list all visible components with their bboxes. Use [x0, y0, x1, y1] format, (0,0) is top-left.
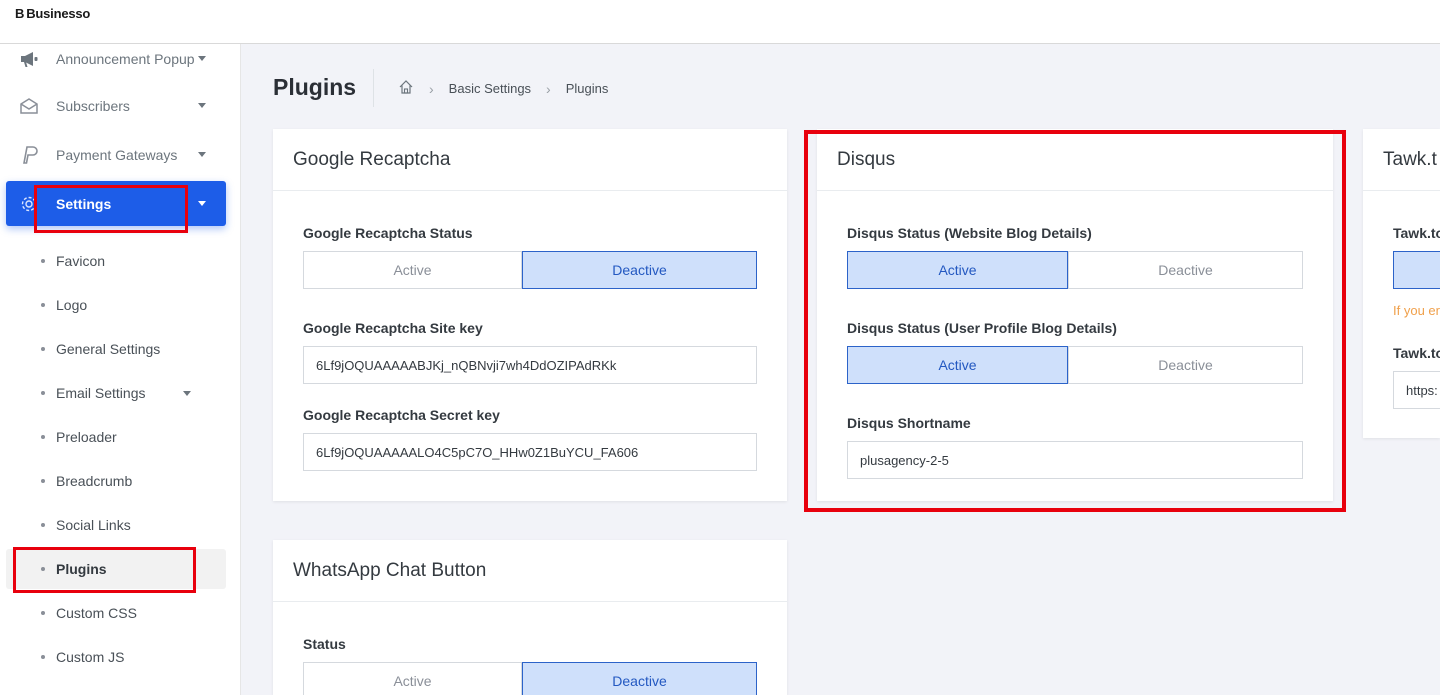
card-title: Tawk.t: [1363, 129, 1440, 191]
bullet-icon: [41, 611, 45, 615]
chevron-down-icon: [198, 201, 206, 206]
sidebar-subitem-plugins[interactable]: Plugins: [6, 549, 226, 589]
sidebar-item-payment-gateways[interactable]: Payment Gateways: [6, 132, 226, 177]
bullet-icon: [41, 567, 45, 571]
recaptcha-status-label: Google Recaptcha Status: [303, 225, 473, 241]
disqus-profile-status-toggle: Active Deactive: [847, 346, 1303, 384]
active-option[interactable]: [1393, 251, 1440, 289]
sidebar-item-announcement-popup[interactable]: Announcement Popup: [6, 36, 226, 81]
recaptcha-secret-key-input[interactable]: 6Lf9jOQUAAAAALO4C5pC7O_HHw0Z1BuYCU_FA606: [303, 433, 757, 471]
chevron-down-icon: [198, 103, 206, 108]
sidebar-subitem-social-links[interactable]: Social Links: [6, 505, 226, 545]
card-tawk-to: Tawk.t Tawk.to If you er Tawk.to https:: [1363, 129, 1440, 438]
active-option[interactable]: Active: [303, 251, 522, 289]
disqus-blog-status-toggle: Active Deactive: [847, 251, 1303, 289]
disqus-blog-status-label: Disqus Status (Website Blog Details): [847, 225, 1092, 241]
tawk-url-input[interactable]: https:: [1393, 371, 1440, 409]
sidebar-subitem-preloader[interactable]: Preloader: [6, 417, 226, 457]
card-title: Google Recaptcha: [273, 129, 787, 191]
home-icon[interactable]: [398, 79, 414, 98]
active-option[interactable]: Active: [847, 251, 1068, 289]
paypal-icon: [18, 144, 40, 166]
subitem-label: Custom JS: [56, 649, 125, 665]
tawk-status-label: Tawk.to: [1393, 225, 1440, 241]
page-title: Plugins: [273, 74, 357, 100]
sidebar-subitem-logo[interactable]: Logo: [6, 285, 226, 325]
tawk-url-label: Tawk.to: [1393, 345, 1440, 361]
card-google-recaptcha: Google Recaptcha Google Recaptcha Status…: [273, 129, 787, 501]
chevron-down-icon: [198, 56, 206, 61]
chevron-right-icon: ›: [546, 80, 551, 97]
bullet-icon: [41, 347, 45, 351]
disqus-shortname-label: Disqus Shortname: [847, 415, 971, 431]
title-divider: [373, 69, 374, 107]
sidebar-item-label: Settings: [56, 195, 112, 212]
subitem-label: Preloader: [56, 429, 117, 445]
megaphone-icon: [18, 48, 40, 70]
tawk-status-toggle: [1393, 251, 1440, 289]
tawk-hint-text: If you er: [1393, 303, 1440, 318]
bullet-icon: [41, 259, 45, 263]
sidebar-subitem-email-settings[interactable]: Email Settings: [6, 373, 226, 413]
sidebar: Announcement Popup Subscribers Payment G…: [0, 44, 241, 695]
recaptcha-site-key-input[interactable]: 6Lf9jOQUAAAAABJKj_nQBNvji7wh4DdOZIPAdRKk: [303, 346, 757, 384]
breadcrumb-current: Plugins: [565, 81, 609, 96]
card-whatsapp-chat-button: WhatsApp Chat Button Status Active Deact…: [273, 540, 787, 695]
bullet-icon: [41, 655, 45, 659]
sidebar-subitem-general-settings[interactable]: General Settings: [6, 329, 226, 369]
sidebar-subitem-custom-css[interactable]: Custom CSS: [6, 593, 226, 633]
disqus-shortname-input[interactable]: plusagency-2-5: [847, 441, 1303, 479]
bullet-icon: [41, 391, 45, 395]
deactive-option[interactable]: Deactive: [522, 662, 757, 695]
bullet-icon: [41, 435, 45, 439]
deactive-option[interactable]: Deactive: [1068, 251, 1303, 289]
gear-icon: [18, 193, 40, 215]
subitem-label: Email Settings: [56, 385, 146, 401]
subitem-label: Plugins: [56, 561, 107, 577]
brand-logo[interactable]: B Businesso: [15, 6, 90, 21]
deactive-option[interactable]: Deactive: [1068, 346, 1303, 384]
sidebar-subitem-favicon[interactable]: Favicon: [6, 241, 226, 281]
chevron-down-icon: [183, 390, 191, 396]
active-option[interactable]: Active: [303, 662, 522, 695]
sidebar-item-label: Payment Gateways: [56, 146, 178, 163]
recaptcha-status-toggle: Active Deactive: [303, 251, 757, 289]
breadcrumb-link-basic-settings[interactable]: Basic Settings: [449, 81, 531, 96]
subitem-label: Custom CSS: [56, 605, 137, 621]
card-title: Disqus: [817, 129, 1333, 191]
sidebar-subitem-breadcrumb[interactable]: Breadcrumb: [6, 461, 226, 501]
recaptcha-secret-key-label: Google Recaptcha Secret key: [303, 407, 500, 423]
subitem-label: Logo: [56, 297, 88, 313]
sidebar-item-settings[interactable]: Settings: [6, 181, 226, 226]
bullet-icon: [41, 303, 45, 307]
subitem-label: General Settings: [56, 341, 161, 357]
sidebar-item-label: Announcement Popup: [56, 50, 195, 67]
bullet-icon: [41, 479, 45, 483]
active-option[interactable]: Active: [847, 346, 1068, 384]
whatsapp-status-label: Status: [303, 636, 346, 652]
chevron-down-icon: [198, 152, 206, 157]
subitem-label: Favicon: [56, 253, 106, 269]
chevron-right-icon: ›: [429, 80, 434, 97]
subitem-label: Social Links: [56, 517, 131, 533]
brand-mark: B: [15, 6, 25, 21]
sidebar-item-label: Subscribers: [56, 97, 130, 114]
brand-name: Businesso: [26, 6, 91, 21]
subitem-label: Breadcrumb: [56, 473, 133, 489]
breadcrumb: › Basic Settings › Plugins: [398, 79, 608, 98]
card-title: WhatsApp Chat Button: [273, 540, 787, 602]
deactive-option[interactable]: Deactive: [522, 251, 757, 289]
whatsapp-status-toggle: Active Deactive: [303, 662, 757, 695]
envelope-icon: [18, 95, 40, 117]
bullet-icon: [41, 523, 45, 527]
disqus-profile-status-label: Disqus Status (User Profile Blog Details…: [847, 320, 1117, 336]
sidebar-item-subscribers[interactable]: Subscribers: [6, 83, 226, 128]
card-disqus: Disqus Disqus Status (Website Blog Detai…: [817, 129, 1333, 501]
sidebar-subitem-custom-js[interactable]: Custom JS: [6, 637, 226, 677]
recaptcha-site-key-label: Google Recaptcha Site key: [303, 320, 483, 336]
